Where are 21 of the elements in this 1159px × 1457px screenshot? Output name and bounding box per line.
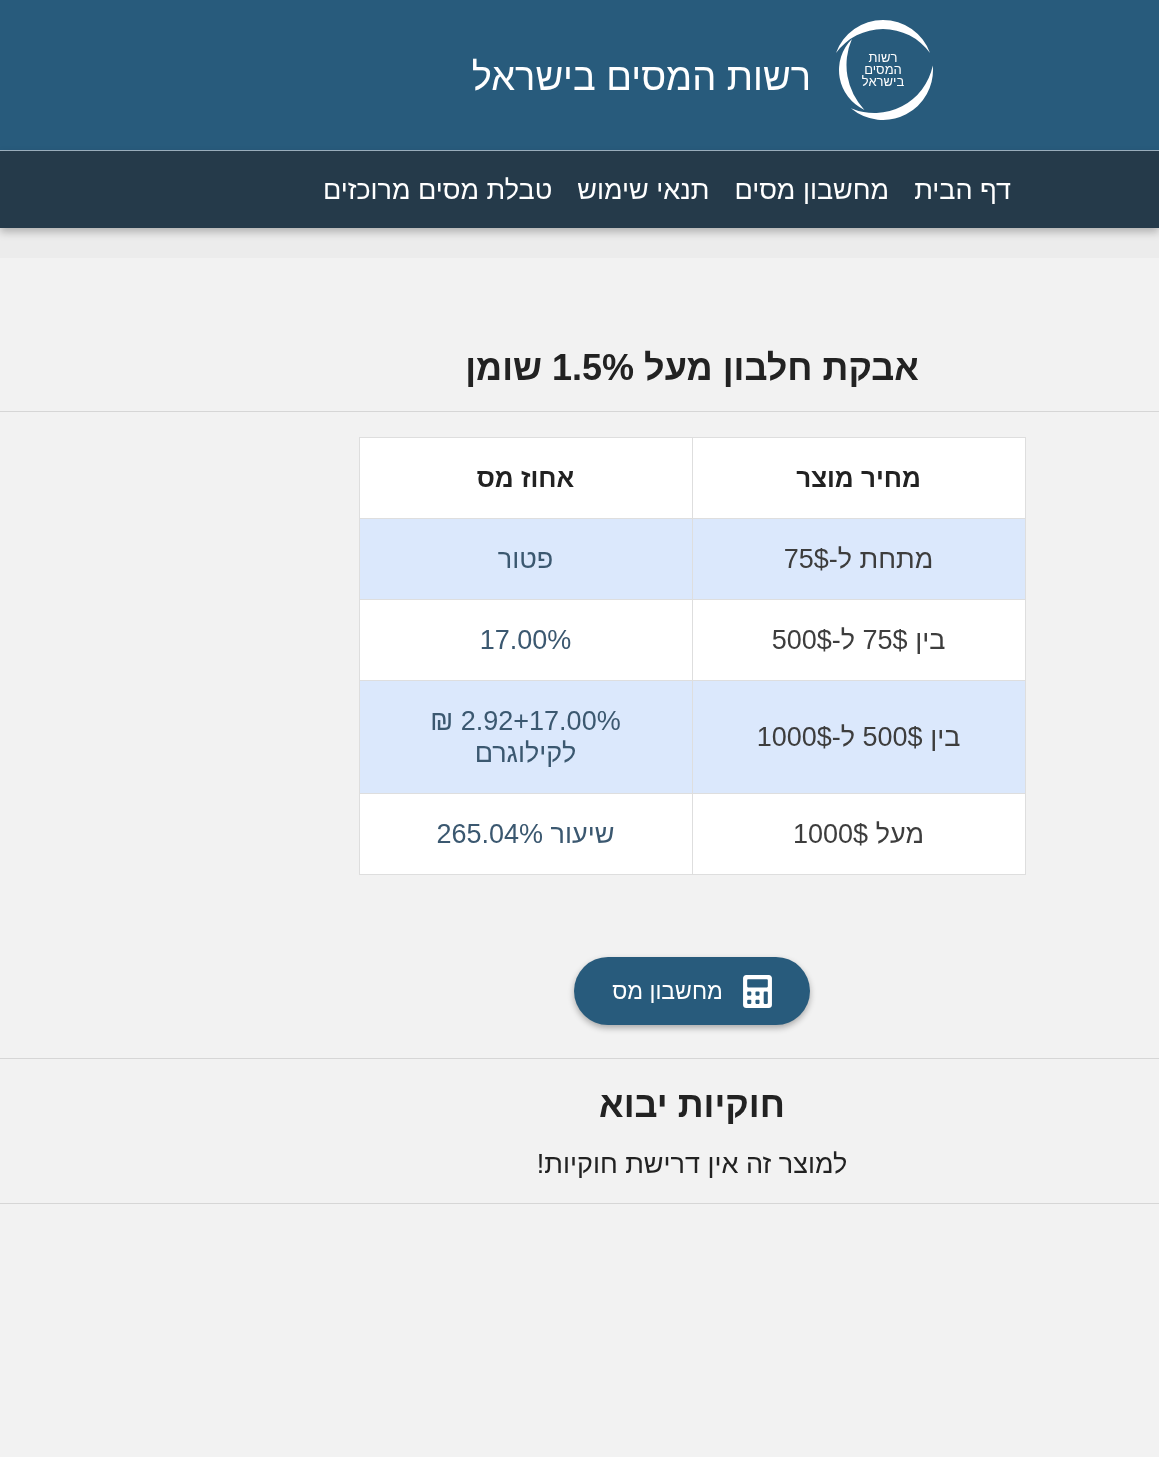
nav-link[interactable]: טבלת מסים מרוכזים: [322, 173, 553, 206]
nav-link[interactable]: מחשבון מסים: [734, 173, 890, 206]
nav-link[interactable]: דף הבית: [914, 173, 1011, 206]
nav-link[interactable]: תנאי שימוש: [577, 173, 710, 206]
column-header: מחיר מוצר: [692, 437, 1025, 519]
table-cell: שיעור 265.04%: [359, 793, 692, 875]
site-title: רשות המסים בישראל: [471, 55, 811, 100]
notice-text: למוצר זה אין דרישת חוקיות!: [536, 1149, 848, 1179]
column-header: אחוז מס: [359, 437, 692, 519]
table-cell: בין 500$ ל-1000$: [692, 680, 1025, 794]
table-cell: מתחת ל-75$: [692, 518, 1025, 600]
table-cell: מעל 1000$: [692, 793, 1025, 875]
table-cell: 17.00%: [359, 599, 692, 681]
calculator-icon: [740, 974, 774, 1008]
table-cell: בין 75$ ל-500$: [692, 599, 1025, 681]
logo-text: רשות המסים בישראל: [861, 52, 905, 88]
tax-calculator-button[interactable]: מחשבון מס: [574, 957, 810, 1025]
section-title: חוקיות יבוא: [599, 1083, 785, 1127]
table-cell: 2.92+17.00% ₪ לקילוגרם: [359, 680, 692, 794]
product-title: אבקת חלבון מעל 1.5% שומן: [465, 346, 919, 390]
table-cell: פטור: [359, 518, 692, 600]
